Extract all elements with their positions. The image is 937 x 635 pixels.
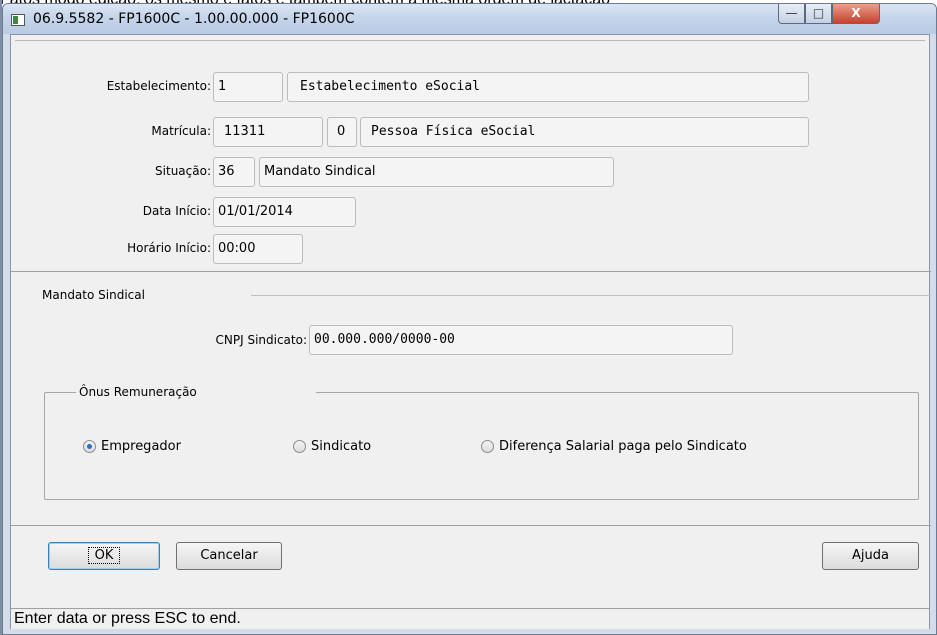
buttons-divider: [11, 525, 931, 526]
cnpj-field[interactable]: 00.000.000/0000-00: [309, 325, 733, 355]
title-bar[interactable]: 06.9.5582 - FP1600C - 1.00.00.000 - FP16…: [3, 4, 936, 34]
radio-sindicato[interactable]: Sindicato: [293, 439, 371, 454]
maximize-button[interactable]: □: [805, 4, 832, 24]
horario-inicio-label: Horário Início:: [127, 241, 211, 255]
situacao-name-field: Mandato Sindical: [259, 157, 614, 187]
estabelecimento-code-field[interactable]: 1: [213, 72, 283, 102]
data-inicio-label: Data Início:: [142, 204, 211, 218]
radio-empregador[interactable]: Empregador: [83, 439, 181, 454]
matricula-label: Matrícula:: [151, 124, 211, 138]
cnpj-label: CNPJ Sindicato:: [215, 333, 308, 347]
data-inicio-field[interactable]: 01/01/2014: [213, 197, 356, 227]
status-bar: Enter data or press ESC to end.: [11, 608, 929, 629]
ok-button-label: OK: [87, 547, 121, 564]
situacao-code-field[interactable]: 36: [213, 157, 255, 187]
radio-unselected-icon[interactable]: [293, 440, 306, 453]
matricula-digit-field[interactable]: 0: [327, 117, 357, 147]
section-divider: [11, 271, 931, 272]
dialog-client: Estabelecimento: 1 Estabelecimento eSoci…: [10, 34, 931, 629]
mandato-section-title: Mandato Sindical: [39, 288, 148, 302]
radio-unselected-icon[interactable]: [481, 440, 494, 453]
radio-diferenca-label: Diferença Salarial paga pelo Sindicato: [499, 439, 747, 454]
onus-title: Ônus Remuneração: [76, 385, 316, 399]
dialog-window: 06.9.5582 - FP1600C - 1.00.00.000 - FP16…: [2, 3, 937, 635]
window-title: 06.9.5582 - FP1600C - 1.00.00.000 - FP16…: [33, 11, 355, 27]
radio-empregador-label: Empregador: [101, 439, 181, 454]
estabelecimento-name-field: Estabelecimento eSocial: [287, 72, 809, 102]
situacao-label: Situação:: [155, 164, 211, 178]
matricula-number-field[interactable]: 11311: [213, 117, 323, 147]
radio-selected-icon[interactable]: [83, 440, 96, 453]
minimize-button[interactable]: —: [778, 4, 805, 24]
app-icon: [11, 14, 25, 26]
ok-button[interactable]: OK: [48, 542, 160, 570]
horario-inicio-field[interactable]: 00:00: [213, 234, 303, 264]
mandato-title-line: [251, 295, 931, 296]
radio-sindicato-label: Sindicato: [311, 439, 372, 454]
estabelecimento-label: Estabelecimento:: [106, 79, 211, 93]
radio-diferenca-salarial[interactable]: Diferença Salarial paga pelo Sindicato: [481, 439, 747, 454]
close-button[interactable]: X: [832, 4, 880, 24]
help-button[interactable]: Ajuda: [822, 542, 919, 570]
cancel-button[interactable]: Cancelar: [176, 542, 282, 570]
matricula-name-field: Pessoa Física eSocial: [360, 117, 809, 147]
